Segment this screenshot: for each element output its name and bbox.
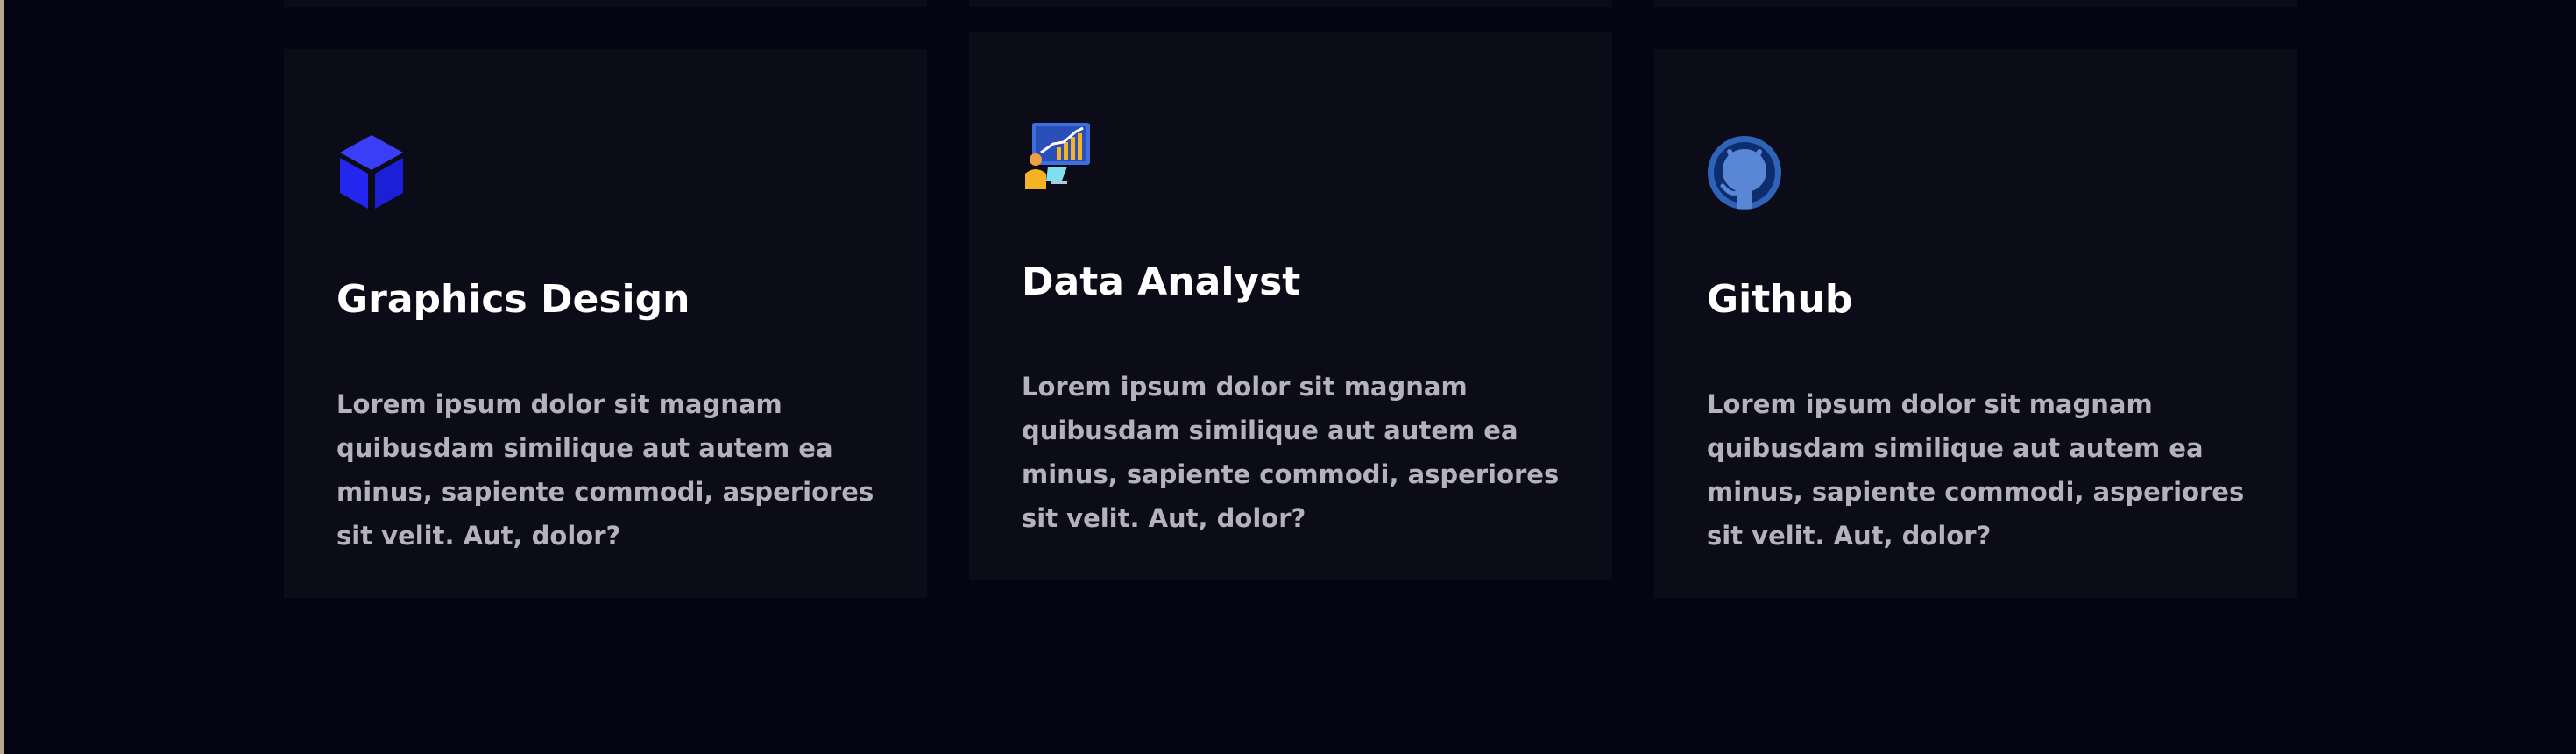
cube-icon-graphic	[340, 135, 403, 209]
service-card-graphics-design[interactable]: Graphics Design Lorem ipsum dolor sit ma…	[284, 49, 927, 598]
card-title: Data Analyst	[1022, 260, 1301, 304]
github-icon-graphic	[1708, 136, 1781, 210]
window-edge	[0, 0, 4, 754]
data-analytics-icon-graphic	[1025, 123, 1090, 189]
card-description: Lorem ipsum dolor sit magnam quibusdam s…	[1022, 372, 1560, 533]
previous-row-card-1	[284, 0, 927, 7]
card-title: Graphics Design	[336, 277, 690, 322]
card-description: Lorem ipsum dolor sit magnam quibusdam s…	[1707, 389, 2245, 551]
cube-icon	[336, 133, 407, 210]
service-card-github[interactable]: Github Lorem ipsum dolor sit magnam quib…	[1654, 49, 2297, 598]
previous-row-card-2	[969, 0, 1612, 7]
github-icon	[1707, 135, 1781, 212]
service-card-data-analyst[interactable]: Data Analyst Lorem ipsum dolor sit magna…	[969, 32, 1612, 580]
card-description: Lorem ipsum dolor sit magnam quibusdam s…	[336, 389, 874, 551]
previous-row-card-3	[1654, 0, 2297, 7]
card-title: Github	[1707, 277, 1853, 322]
data-analytics-icon	[1022, 121, 1092, 198]
